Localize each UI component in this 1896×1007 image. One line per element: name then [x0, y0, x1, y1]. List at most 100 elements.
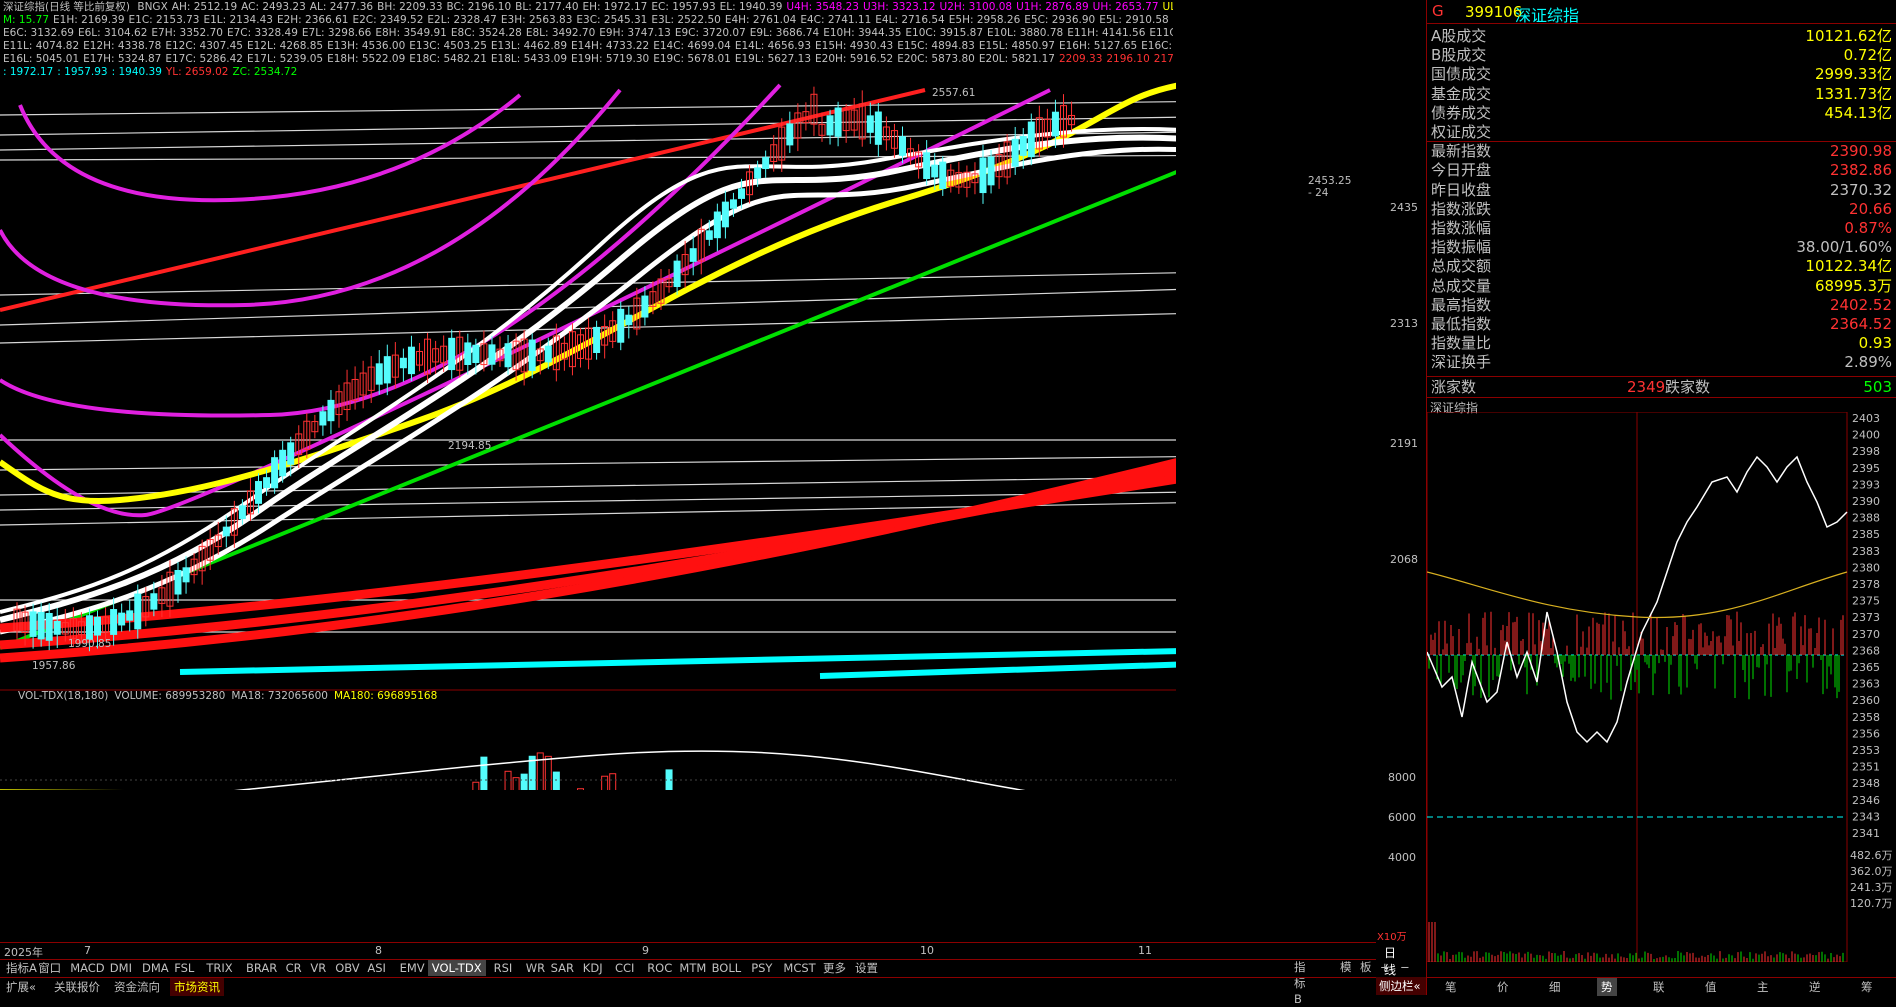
- indicator-tab[interactable]: VOL-TDX: [428, 960, 486, 976]
- candle-body: [384, 357, 390, 383]
- indicator-right-tab[interactable]: 模: [1336, 959, 1356, 975]
- sidebar-toggle[interactable]: 侧边栏«: [1376, 977, 1426, 995]
- quote-bottom-tab[interactable]: 细: [1545, 978, 1565, 996]
- indicator-tab[interactable]: DMI: [106, 960, 136, 976]
- indicator-tab[interactable]: TRIX: [202, 960, 236, 976]
- header-value: U2H: 3100.08: [940, 1, 1013, 13]
- header-value: E1C: 2153.73: [129, 14, 200, 26]
- indicator-tab[interactable]: 设置: [851, 960, 882, 976]
- header-value: E13H: 4536.00: [327, 40, 405, 52]
- stat-row: 今日开盘2382.86: [1427, 161, 1896, 180]
- indicator-right-tab[interactable]: +: [1376, 959, 1394, 975]
- header-value: U1H: 2876.89: [1016, 1, 1089, 13]
- quote-name[interactable]: 深证综指: [1515, 2, 1579, 26]
- intraday-chart[interactable]: 2403240023982395239323902388238523832380…: [1427, 412, 1896, 962]
- vol-header-value: VOL-TDX(18,180): [18, 690, 108, 702]
- candle-body: [151, 594, 157, 609]
- stat-label: 深证换手: [1431, 353, 1491, 372]
- status-tab[interactable]: 资金流向: [110, 978, 164, 996]
- indicator-tab[interactable]: KDJ: [579, 960, 607, 976]
- header-value: E4L: 2716.54: [875, 14, 944, 26]
- indicator-tab[interactable]: ASI: [363, 960, 390, 976]
- header-value: E5L: 2910.58: [1099, 14, 1168, 26]
- candle-body: [223, 527, 229, 536]
- status-tab[interactable]: 扩展«: [2, 978, 40, 996]
- indicator-tab[interactable]: MACD: [66, 960, 108, 976]
- quote-bottom-tab[interactable]: 联: [1649, 978, 1669, 996]
- indicator-tab[interactable]: CCI: [611, 960, 638, 976]
- indicator-tab[interactable]: WR: [522, 960, 549, 976]
- indicator-tab[interactable]: MTM: [675, 960, 710, 976]
- quote-bottom-tab[interactable]: 势: [1597, 978, 1617, 996]
- header-value: E19H: 5719.30: [571, 53, 649, 65]
- indicator-tab[interactable]: OBV: [331, 960, 363, 976]
- stat-label: 指数振幅: [1431, 238, 1491, 257]
- header-value: UL: 2612.23: [1163, 1, 1173, 13]
- candle-body: [328, 400, 334, 420]
- stat-label: 最新指数: [1431, 142, 1491, 161]
- status-tab[interactable]: 关联报价: [50, 978, 104, 996]
- indicator-tab[interactable]: DMA: [138, 960, 173, 976]
- quote-bottom-tab[interactable]: 主: [1753, 978, 1773, 996]
- header-value: E7L: 3298.66: [302, 27, 371, 39]
- candle-body: [674, 261, 680, 286]
- header-value: E18H: 5522.09: [327, 53, 405, 65]
- stat-label: 债券成交: [1431, 104, 1491, 123]
- indicator-tab[interactable]: 窗口: [34, 960, 65, 976]
- chart-header-line4: E11L: 4074.82E12H: 4338.78E12C: 4307.45E…: [3, 40, 1173, 53]
- intraday-y-label: 2360: [1852, 694, 1880, 707]
- quote-bottom-tab[interactable]: 笔: [1441, 978, 1461, 996]
- trend-line-red: [0, 90, 925, 310]
- vol-ma18: [0, 751, 1176, 790]
- volume-bar: [610, 774, 616, 790]
- intraday-y-label: 2403: [1852, 412, 1880, 425]
- candle-body: [827, 116, 833, 135]
- quote-bottom-tab[interactable]: 价: [1493, 978, 1513, 996]
- indicator-tab[interactable]: ROC: [643, 960, 676, 976]
- indicator-tab[interactable]: VR: [306, 960, 330, 976]
- indicator-tab[interactable]: FSL: [170, 960, 198, 976]
- volume-bar: [537, 753, 543, 790]
- candle-body: [239, 506, 245, 519]
- status-tab[interactable]: 市场资讯: [170, 978, 224, 996]
- indicator-tab[interactable]: MCST: [779, 960, 819, 976]
- indicator-tab[interactable]: PSY: [747, 960, 776, 976]
- indicator-right-tab[interactable]: −: [1396, 959, 1414, 975]
- intraday-y-label: 2375: [1852, 595, 1880, 608]
- indicator-tab[interactable]: BRAR: [242, 960, 281, 976]
- indicator-tab[interactable]: 更多: [819, 960, 850, 976]
- kline-panel[interactable]: 深证综指(日线 等比前复权) BNGXAH: 2512.19AC: 2493.2…: [0, 0, 1176, 790]
- quote-bottom-tab[interactable]: 筹: [1857, 978, 1877, 996]
- x-label-oct: 10: [920, 944, 934, 957]
- header-value: 2209.33: [1059, 53, 1102, 65]
- indicator-tab[interactable]: RSI: [490, 960, 517, 976]
- header-value: BH: 2209.33: [377, 1, 442, 13]
- quote-bottom-tab[interactable]: 值: [1701, 978, 1721, 996]
- vol-label-6000: 6000: [1388, 811, 1416, 824]
- quote-bottom-tab[interactable]: 逆: [1805, 978, 1825, 996]
- stat-label: 指数涨跌: [1431, 200, 1491, 219]
- candle-body: [264, 478, 270, 488]
- stat-label: 国债成交: [1431, 65, 1491, 84]
- candle-body: [119, 613, 125, 625]
- volume-bar: [578, 789, 584, 790]
- kline-chart[interactable]: [0, 0, 1176, 790]
- down-count: 503: [1863, 377, 1892, 397]
- volume-bar: [553, 772, 559, 790]
- stat-label: 权证成交: [1431, 123, 1491, 142]
- stat-value: 2382.86: [1830, 161, 1892, 180]
- indicator-tab[interactable]: EMV: [396, 960, 429, 976]
- chart-header-line1: 深证综指(日线 等比前复权) BNGXAH: 2512.19AC: 2493.2…: [3, 1, 1173, 14]
- indicator-tab[interactable]: BOLL: [708, 960, 746, 976]
- stat-value: 0.72亿: [1844, 46, 1892, 65]
- indicator-tab[interactable]: SAR: [547, 960, 578, 976]
- stat-value: 2402.52: [1830, 296, 1892, 315]
- intraday-y-label: 2365: [1852, 661, 1880, 674]
- indicator-tab[interactable]: CR: [282, 960, 306, 976]
- intraday-y-label: 2378: [1852, 578, 1880, 591]
- candle-body: [46, 613, 52, 640]
- indicator-tab-bar: 指标A窗口MACDDMIDMAFSLTRIXBRARCRVROBVASIEMVV…: [0, 959, 1376, 977]
- quote-header: G 399106 深证综指: [1427, 0, 1896, 24]
- indicator-right-tab[interactable]: 板: [1356, 959, 1376, 975]
- volume-bar: [505, 771, 511, 790]
